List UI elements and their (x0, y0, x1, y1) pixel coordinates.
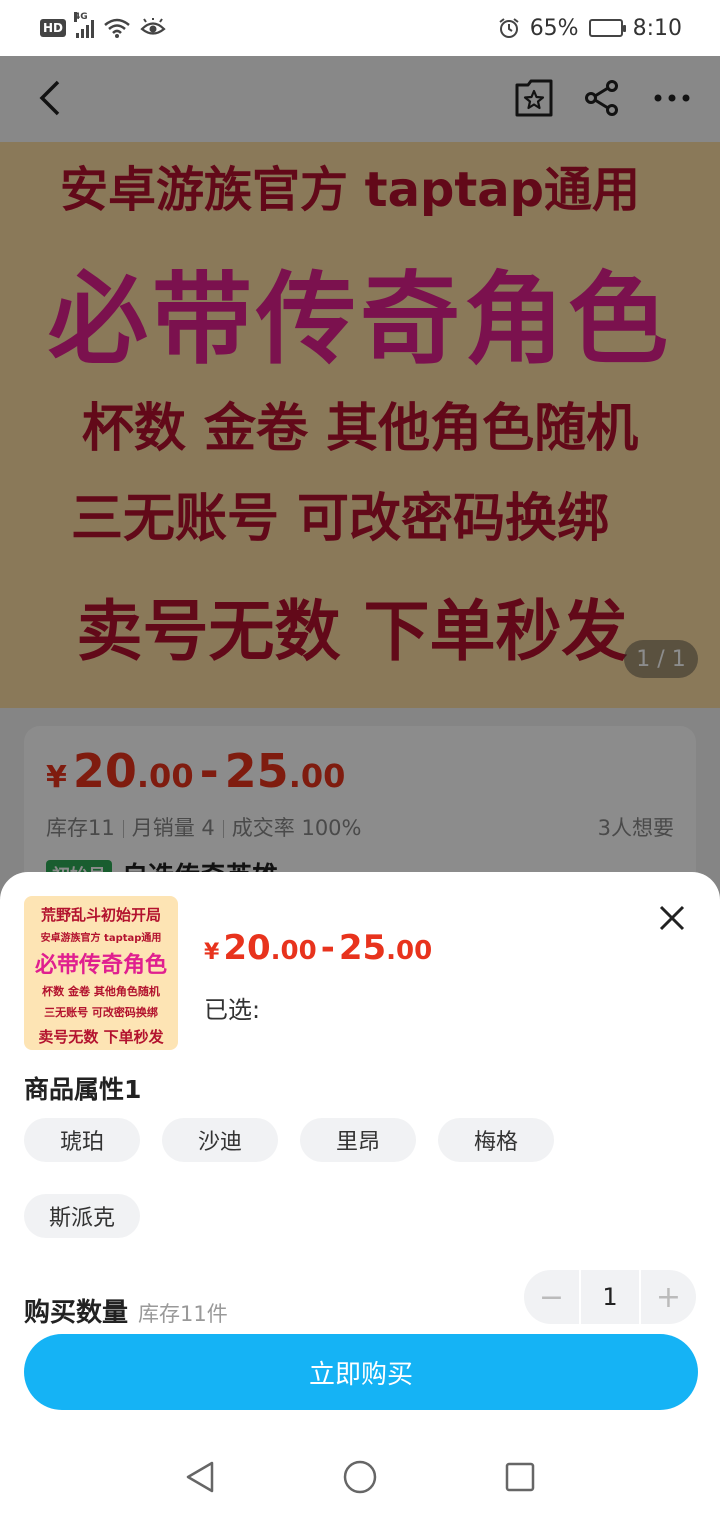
sheet-price-high-dec: .00 (386, 936, 433, 966)
sku-bottom-sheet: 荒野乱斗初始开局 安卓游族官方 taptap通用 必带传奇角色 杯数 金卷 其他… (0, 872, 720, 1520)
option-chip[interactable]: 里昂 (300, 1118, 416, 1162)
nav-recents-button[interactable] (440, 1461, 600, 1493)
attribute-title: 商品属性1 (24, 1075, 142, 1104)
thumb-line-6: 卖号无数 下单秒发 (38, 1028, 164, 1046)
status-bar: HD 4G 65% 8:10 (0, 0, 720, 56)
sheet-currency: ¥ (204, 940, 220, 965)
thumb-line-4: 杯数 金卷 其他角色随机 (42, 985, 160, 998)
sheet-price-low-int: 20 (223, 928, 271, 968)
quantity-stock: 库存11件 (138, 1302, 228, 1326)
option-chip[interactable]: 沙迪 (162, 1118, 278, 1162)
sheet-price-high-int: 25 (338, 928, 387, 968)
thumb-line-1: 荒野乱斗初始开局 (40, 906, 161, 924)
close-button[interactable] (652, 898, 692, 938)
quantity-label: 购买数量 (24, 1298, 129, 1328)
eye-icon (140, 18, 166, 35)
back-triangle-icon (186, 1461, 214, 1493)
home-circle-icon (343, 1460, 377, 1494)
nav-home-button[interactable] (280, 1459, 440, 1495)
status-right: 65% 8:10 (498, 16, 682, 41)
increase-button[interactable]: + (641, 1270, 696, 1324)
thumb-line-3: 必带传奇角色 (34, 953, 167, 978)
nav-back-button[interactable] (120, 1460, 280, 1494)
close-icon (659, 905, 685, 931)
clock: 8:10 (632, 15, 682, 41)
system-nav-bar (0, 1434, 720, 1520)
signal-icon: 4G (74, 12, 95, 38)
quantity-stepper: − 1 + (524, 1270, 696, 1324)
sheet-price-low-dec: .00 (270, 936, 317, 966)
battery-icon (588, 19, 626, 37)
option-chip[interactable]: 琥珀 (24, 1118, 140, 1162)
product-thumbnail: 荒野乱斗初始开局 安卓游族官方 taptap通用 必带传奇角色 杯数 金卷 其他… (24, 896, 178, 1050)
status-left: HD 4G (40, 12, 166, 38)
sheet-price-separator: - (320, 928, 335, 968)
thumb-line-5: 三无账号 可改密码换绑 (44, 1006, 158, 1019)
option-chip[interactable]: 梅格 (438, 1118, 554, 1162)
buy-now-button[interactable]: 立即购买 (24, 1334, 698, 1410)
alarm-icon (499, 18, 519, 38)
hd-badge: HD (40, 19, 67, 37)
thumb-line-2: 安卓游族官方 taptap通用 (40, 933, 162, 944)
wifi-icon (104, 18, 130, 38)
network-type: 4G (74, 12, 88, 22)
sheet-price: ¥ 20.00 - 25.00 (204, 928, 432, 968)
decrease-button[interactable]: − (524, 1270, 579, 1324)
selected-label: 已选: (204, 996, 261, 1024)
battery-percent: 65% (529, 15, 579, 41)
quantity-value[interactable]: 1 (581, 1270, 639, 1324)
option-chip[interactable]: 斯派克 (24, 1194, 140, 1238)
recents-square-icon (505, 1462, 535, 1492)
quantity-label-row: 购买数量 库存11件 (24, 1292, 228, 1329)
